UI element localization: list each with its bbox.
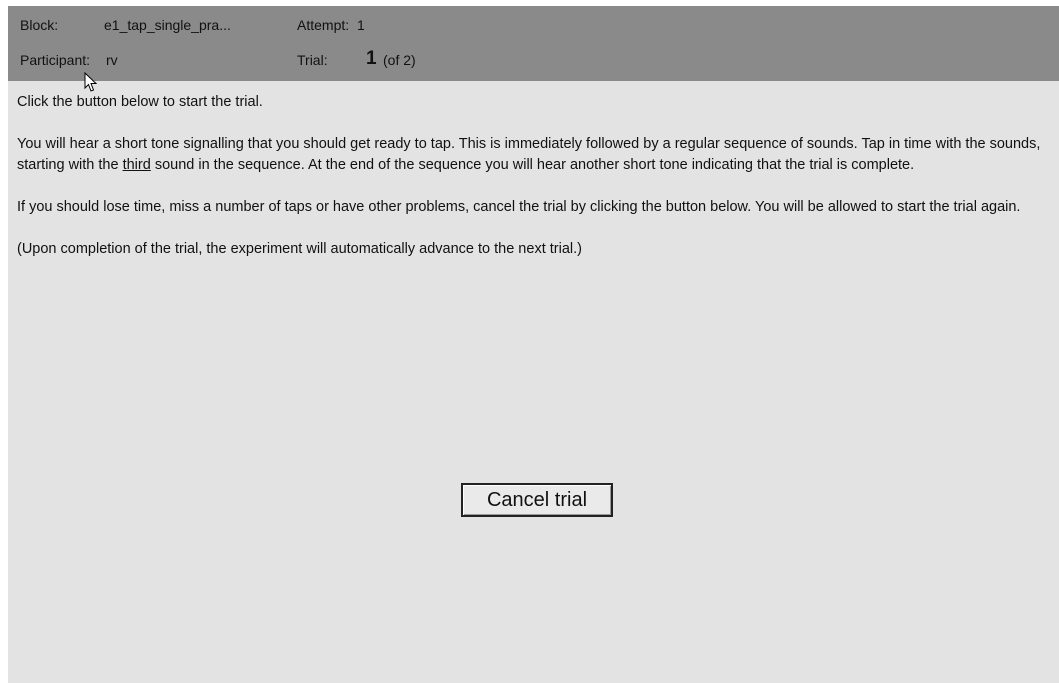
- instruction-start: Click the button below to start the tria…: [17, 94, 263, 110]
- instruction-tapping: You will hear a short tone signalling th…: [17, 134, 1047, 176]
- experiment-window: Block: e1_tap_single_pra... Attempt: 1 P…: [8, 6, 1059, 683]
- participant-label: Participant:: [20, 52, 91, 68]
- trial-info-header: Block: e1_tap_single_pra... Attempt: 1 P…: [8, 6, 1059, 81]
- cancel-trial-button[interactable]: Cancel trial: [461, 483, 613, 517]
- trial-total: (of 2): [383, 52, 416, 68]
- participant-value: rv: [106, 52, 118, 68]
- block-value: e1_tap_single_pra...: [104, 17, 231, 33]
- block-label: Block:: [20, 17, 59, 33]
- mouse-pointer-icon: [84, 72, 98, 92]
- instruction-emphasis-third: third: [122, 157, 151, 173]
- trial-number: 1: [366, 48, 377, 69]
- instructions-panel: Click the button below to start the tria…: [17, 92, 1047, 281]
- attempt-label: Attempt:: [297, 17, 350, 33]
- instruction-cancel: If you should lose time, miss a number o…: [17, 199, 1021, 215]
- instruction-advance: (Upon completion of the trial, the exper…: [17, 241, 582, 257]
- attempt-value: 1: [357, 17, 365, 33]
- instruction-tapping-text-2: sound in the sequence. At the end of the…: [150, 157, 915, 173]
- trial-label: Trial:: [297, 52, 328, 68]
